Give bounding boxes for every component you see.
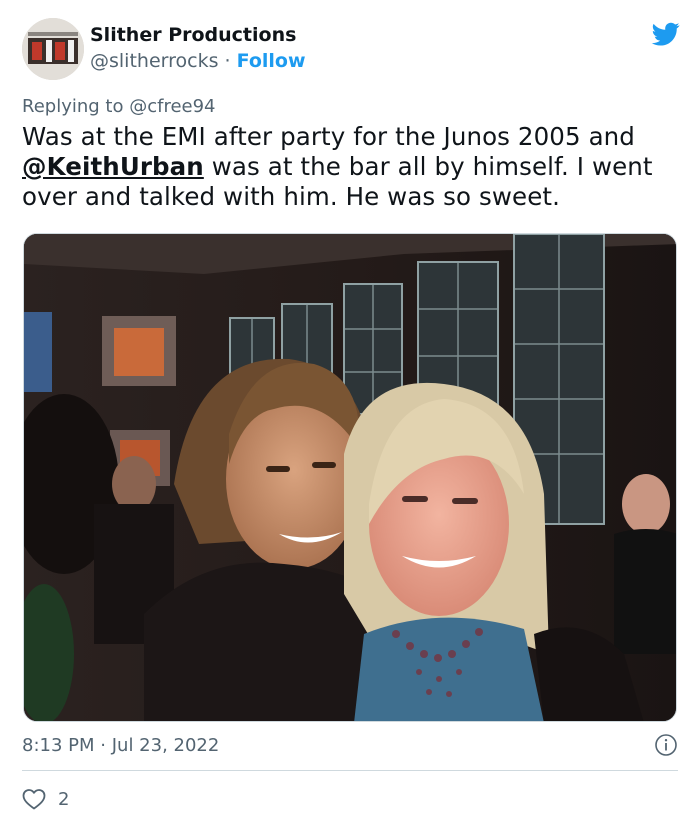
like-count: 2	[58, 788, 70, 810]
divider	[22, 770, 678, 771]
twitter-bird-icon[interactable]	[650, 20, 682, 48]
tweet-timestamp[interactable]: 8:13 PM · Jul 23, 2022	[22, 735, 219, 756]
tweet-text: Was at the EMI after party for the Junos…	[22, 122, 682, 212]
separator-dot: ·	[224, 50, 231, 72]
heart-icon	[22, 789, 46, 810]
replying-to: Replying to @cfree94	[22, 96, 216, 117]
like-button[interactable]: 2	[22, 786, 69, 812]
tweet-date: Jul 23, 2022	[111, 735, 220, 756]
tweet-header: Slither Productions @slitherrocks · Foll…	[22, 18, 682, 82]
author-name[interactable]: Slither Productions	[90, 24, 296, 46]
info-icon[interactable]	[654, 733, 678, 757]
tweet-time: 8:13 PM	[22, 735, 95, 756]
author-handle[interactable]: @slitherrocks	[90, 50, 218, 72]
replying-prefix: Replying to	[22, 96, 124, 117]
tweet-text-before: Was at the EMI after party for the Junos…	[22, 122, 635, 151]
mention-link[interactable]: @KeithUrban	[22, 152, 204, 181]
handle-row: @slitherrocks · Follow	[90, 50, 306, 72]
tweet-photo[interactable]	[23, 233, 677, 722]
avatar[interactable]	[22, 18, 84, 80]
meta-separator: ·	[100, 735, 106, 756]
replying-to-handle[interactable]: @cfree94	[129, 96, 215, 117]
follow-button[interactable]: Follow	[237, 50, 306, 72]
